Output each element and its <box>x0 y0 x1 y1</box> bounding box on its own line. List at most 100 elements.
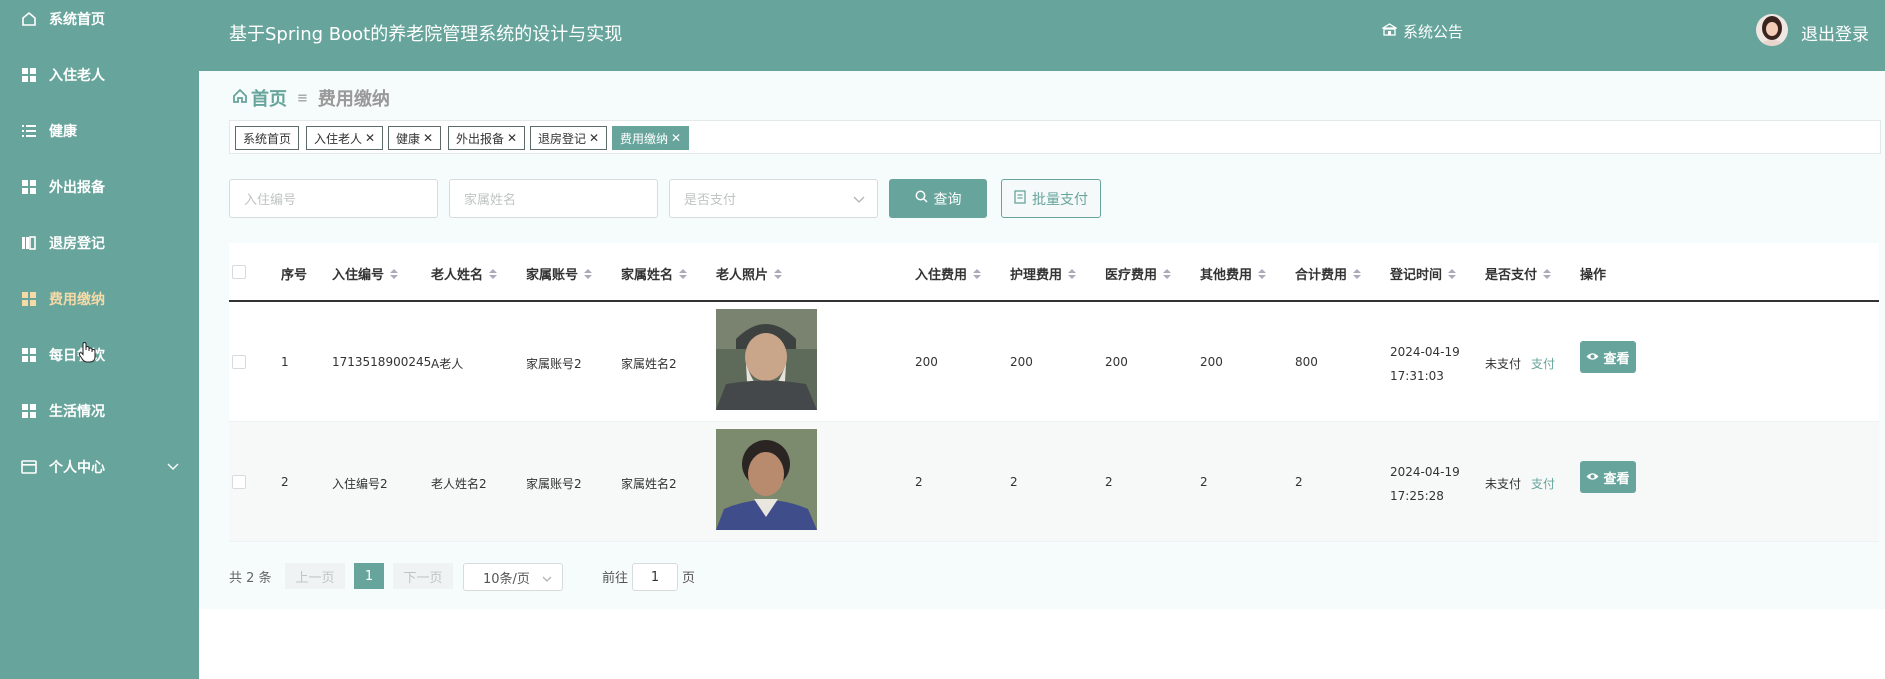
app-title: 基于Spring Boot的养老院管理系统的设计与实现 <box>229 24 623 45</box>
query-label: 查询 <box>933 191 962 208</box>
cell-paid-status: 未支付 <box>1485 477 1522 491</box>
sort-icon[interactable] <box>1068 268 1077 279</box>
page-number-button[interactable]: 1 <box>354 563 384 589</box>
tag-label: 退房登记 <box>538 131 587 146</box>
checkin-no-input[interactable]: 入住编号 <box>229 179 438 218</box>
column-header[interactable]: 入住编号 <box>332 264 399 283</box>
view-button[interactable]: 查看 <box>1580 461 1636 493</box>
sidebar-item-residents[interactable]: 入住老人 <box>0 55 199 95</box>
close-icon[interactable]: ✕ <box>423 131 433 145</box>
column-header[interactable]: 家属姓名 <box>621 264 688 283</box>
pay-link[interactable]: 支付 <box>1531 355 1555 372</box>
tag-home[interactable]: 系统首页 <box>235 126 300 150</box>
goto-label: 前往 <box>602 571 629 586</box>
prev-page-button[interactable]: 上一页 <box>285 563 345 589</box>
view-label: 查看 <box>1603 471 1630 487</box>
column-header[interactable]: 护理费用 <box>1010 264 1077 283</box>
sidebar-item-outing[interactable]: 外出报备 <box>0 167 199 207</box>
sort-icon[interactable] <box>1543 268 1552 279</box>
close-icon[interactable]: ✕ <box>589 131 599 145</box>
table-header: 序号 入住编号 老人姓名 家属账号 家属姓名 老人照片 入住费用 护理费用 医疗… <box>229 243 1879 302</box>
sidebar-item-living[interactable]: 生活情况 <box>0 391 199 431</box>
cell-family-account: 家属账号2 <box>526 357 582 371</box>
tag-residents[interactable]: 入住老人 ✕ <box>306 126 384 150</box>
goto-page-input[interactable]: 1 <box>632 563 678 591</box>
cell-medical-fee: 2 <box>1105 475 1113 489</box>
chevron-down-icon <box>853 193 865 208</box>
cell-index: 1 <box>281 355 289 369</box>
sidebar-item-checkout[interactable]: 退房登记 <box>0 223 199 263</box>
sort-icon[interactable] <box>489 268 498 279</box>
sort-icon[interactable] <box>973 268 982 279</box>
breadcrumb: 首页 ≡ 费用缴纳 <box>232 85 390 111</box>
column-header[interactable]: 老人姓名 <box>431 264 498 283</box>
chevron-down-icon <box>542 572 552 587</box>
input-placeholder: 入住编号 <box>244 193 297 208</box>
elder-photo[interactable] <box>716 309 817 410</box>
eye-icon <box>1586 350 1599 365</box>
cell-checkin-no: 入住编号2 <box>332 477 388 491</box>
elder-photo[interactable] <box>716 429 817 530</box>
sort-icon[interactable] <box>1448 268 1457 279</box>
avatar[interactable] <box>1756 14 1788 46</box>
close-icon[interactable]: ✕ <box>671 131 681 145</box>
book-icon <box>21 235 37 251</box>
pay-link[interactable]: 支付 <box>1531 475 1555 492</box>
sidebar-item-label: 外出报备 <box>49 180 105 196</box>
sort-icon[interactable] <box>1353 268 1362 279</box>
tag-label: 系统首页 <box>243 131 292 146</box>
next-page-button[interactable]: 下一页 <box>393 563 453 589</box>
batch-pay-button[interactable]: 批量支付 <box>1001 179 1101 218</box>
sidebar-item-health[interactable]: 健康 <box>0 111 199 151</box>
column-header[interactable]: 医疗费用 <box>1105 264 1172 283</box>
query-button[interactable]: 查询 <box>889 179 987 218</box>
pagination-total: 共 2 条 <box>229 571 272 586</box>
sidebar-item-meals[interactable]: 每日餐饮 <box>0 335 199 375</box>
sort-icon[interactable] <box>584 268 593 279</box>
sidebar-item-profile[interactable]: 个人中心 <box>0 447 199 487</box>
sidebar-item-fees[interactable]: 费用缴纳 <box>0 279 199 319</box>
tag-outing[interactable]: 外出报备 ✕ <box>448 126 526 150</box>
sidebar-item-label: 费用缴纳 <box>49 292 105 308</box>
column-header[interactable]: 登记时间 <box>1390 264 1457 283</box>
system-notice-link[interactable]: 系统公告 <box>1380 21 1463 42</box>
tag-fees[interactable]: 费用缴纳 ✕ <box>612 126 690 150</box>
column-header[interactable]: 其他费用 <box>1200 264 1267 283</box>
paid-status-select[interactable]: 是否支付 <box>669 179 878 218</box>
cell-nursing-fee: 2 <box>1010 475 1018 489</box>
close-icon[interactable]: ✕ <box>365 131 375 145</box>
tag-label: 外出报备 <box>456 131 505 146</box>
cell-medical-fee: 200 <box>1105 355 1128 369</box>
breadcrumb-home[interactable]: 首页 <box>232 85 287 111</box>
column-header[interactable]: 入住费用 <box>915 264 982 283</box>
column-header[interactable]: 是否支付 <box>1485 264 1552 283</box>
family-name-input[interactable]: 家属姓名 <box>449 179 658 218</box>
tag-label: 健康 <box>396 131 421 146</box>
sidebar-item-label: 退房登记 <box>49 236 105 252</box>
view-button[interactable]: 查看 <box>1580 341 1636 373</box>
sort-icon[interactable] <box>1163 268 1172 279</box>
close-icon[interactable]: ✕ <box>507 131 517 145</box>
column-header[interactable]: 合计费用 <box>1295 264 1362 283</box>
tag-label: 费用缴纳 <box>620 131 669 146</box>
row-checkbox[interactable] <box>232 355 246 369</box>
select-all-checkbox[interactable] <box>232 265 246 279</box>
sort-icon[interactable] <box>679 268 688 279</box>
home-icon <box>232 88 248 109</box>
page-size-select[interactable]: 10条/页 <box>463 563 563 591</box>
breadcrumb-separator-icon: ≡ <box>297 90 308 106</box>
sort-icon[interactable] <box>390 268 399 279</box>
tag-checkout[interactable]: 退房登记 ✕ <box>530 126 608 150</box>
cell-other-fee: 200 <box>1200 355 1223 369</box>
sidebar-item-home[interactable]: 系统首页 <box>0 0 199 39</box>
row-checkbox[interactable] <box>232 475 246 489</box>
logout-button[interactable]: 退出登录 <box>1801 20 1869 45</box>
sort-icon[interactable] <box>774 268 783 279</box>
input-placeholder: 家属姓名 <box>464 193 517 208</box>
tag-health[interactable]: 健康 ✕ <box>388 126 442 150</box>
search-icon <box>915 190 928 207</box>
top-header: 基于Spring Boot的养老院管理系统的设计与实现 系统公告 退出登录 <box>199 0 1885 71</box>
column-header[interactable]: 家属账号 <box>526 264 593 283</box>
column-header[interactable]: 老人照片 <box>716 264 783 283</box>
sort-icon[interactable] <box>1258 268 1267 279</box>
